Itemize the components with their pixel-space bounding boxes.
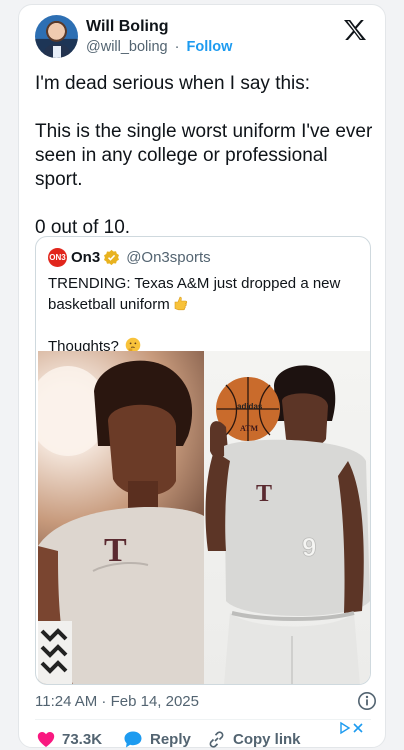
reply-bubble-icon <box>124 731 142 747</box>
player-right-illustration: adidas ATM T 9 <box>205 365 370 684</box>
quoted-author-handle[interactable]: @On3sports <box>126 249 210 266</box>
ball-logo-text: adidas <box>237 402 263 411</box>
tweet-timestamp[interactable]: 11:24 AM · Feb 14, 2025 <box>35 693 199 710</box>
copy-link-label: Copy link <box>233 730 301 748</box>
tweet-header: Will Boling @will_boling · Follow <box>35 15 369 61</box>
quoted-tweet[interactable]: ON3 On3 @On3sports TRENDING: Texas A&M ju… <box>35 236 371 685</box>
copy-link-button[interactable]: Copy link <box>207 729 301 749</box>
jersey-letter-right: T <box>256 481 272 507</box>
author-handle-line: @will_boling · Follow <box>86 39 232 55</box>
quoted-tweet-header: ON3 On3 @On3sports <box>48 248 211 268</box>
actions-divider <box>35 719 371 720</box>
author-handle[interactable]: @will_boling <box>86 39 168 55</box>
link-icon <box>209 730 224 748</box>
like-button[interactable]: 73.3K <box>37 729 102 749</box>
tweet-card: Will Boling @will_boling · Follow I'm de… <box>18 4 386 748</box>
quoted-author-name[interactable]: On3 <box>71 249 100 266</box>
follow-button[interactable]: Follow <box>187 39 233 55</box>
tweet-line-2: This is the single worst uniform I've ev… <box>35 121 373 190</box>
author-avatar[interactable] <box>35 15 78 58</box>
reply-button[interactable]: Reply <box>123 729 191 749</box>
point-hand-emoji-icon <box>174 296 187 311</box>
on3-avatar[interactable]: ON3 <box>48 248 67 267</box>
player-left-illustration: T <box>38 360 204 684</box>
photo-player-left[interactable]: T <box>38 351 204 684</box>
separator-dot: · <box>174 39 180 55</box>
heart-icon <box>37 731 55 747</box>
quoted-tweet-text: TRENDING: Texas A&M just dropped a new b… <box>48 273 348 357</box>
verified-badge-icon <box>104 249 120 266</box>
photo-player-right[interactable]: adidas ATM T 9 <box>204 351 370 684</box>
like-count: 73.3K <box>62 730 103 748</box>
tweet-line-1: I'm dead serious when I say this: <box>35 73 311 94</box>
author-name[interactable]: Will Boling <box>86 18 169 36</box>
tweet-actions: 73.3K Reply Copy link <box>35 729 375 749</box>
quoted-line-1: TRENDING: Texas A&M just dropped a new b… <box>48 275 341 313</box>
jersey-number: 9 <box>302 532 316 562</box>
reply-label: Reply <box>150 730 191 748</box>
ball-atm-text: ATM <box>240 424 259 433</box>
x-logo-icon[interactable] <box>343 19 367 41</box>
jersey-letter-left: T <box>104 532 127 569</box>
info-icon[interactable] <box>357 691 377 711</box>
